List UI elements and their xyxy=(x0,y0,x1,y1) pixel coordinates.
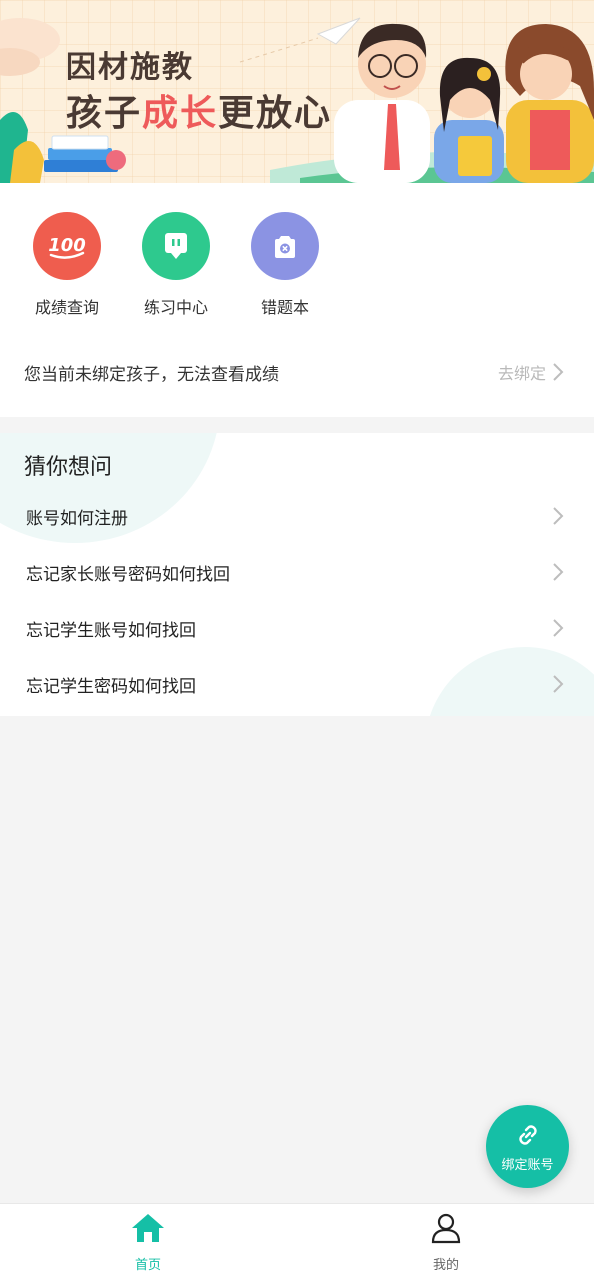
faq-question: 忘记家长账号密码如何找回 xyxy=(26,564,230,585)
go-bind-link[interactable]: 去绑定 xyxy=(498,347,566,397)
home-icon xyxy=(132,1214,164,1242)
tab-home-label: 首页 xyxy=(134,1258,161,1273)
banner-subtitle-highlight: 成长 xyxy=(142,93,219,134)
faq-item-register[interactable]: 账号如何注册 xyxy=(0,488,594,544)
tab-home[interactable]: 首页 xyxy=(88,1212,208,1273)
tab-mine-label: 我的 xyxy=(432,1258,459,1273)
tab-mine[interactable]: 我的 xyxy=(386,1212,506,1273)
faq-title: 猜你想问 xyxy=(24,455,113,480)
score-100-icon: 100 xyxy=(33,212,101,280)
faq-question: 忘记学生账号如何找回 xyxy=(26,620,196,641)
chevron-right-icon xyxy=(553,363,564,381)
practice-tv-icon xyxy=(142,212,210,280)
svg-text:100: 100 xyxy=(48,235,86,256)
wrong-book-button[interactable]: 错题本 xyxy=(235,212,335,318)
wrong-book-label: 错题本 xyxy=(260,298,309,317)
link-icon xyxy=(518,1125,537,1145)
score-query-label: 成绩查询 xyxy=(34,298,99,317)
bind-notice: 您当前未绑定孩子，无法查看成绩 去绑定 xyxy=(0,347,594,397)
faq-section: 猜你想问 账号如何注册 忘记家长账号密码如何找回 忘记学生账号如何找回 忘记学生… xyxy=(0,433,594,716)
user-icon xyxy=(431,1213,461,1244)
banner-subtitle: 孩子成长更放心 xyxy=(66,84,332,136)
practice-center-button[interactable]: 练习中心 xyxy=(126,212,226,318)
banner-title: 因材施教 xyxy=(66,50,194,85)
go-bind-label: 去绑定 xyxy=(497,364,546,383)
hero-banner[interactable]: 因材施教 孩子成长更放心 xyxy=(0,0,594,183)
chevron-right-icon xyxy=(553,619,564,637)
faq-item-parent-password[interactable]: 忘记家长账号密码如何找回 xyxy=(0,544,594,600)
faq-question: 忘记学生密码如何找回 xyxy=(26,676,196,697)
practice-center-label: 练习中心 xyxy=(143,298,208,317)
bind-account-button[interactable]: 绑定账号 xyxy=(486,1105,569,1188)
chevron-right-icon xyxy=(553,675,564,693)
bind-account-label: 绑定账号 xyxy=(501,1158,554,1173)
banner-subtitle-part-1: 孩子 xyxy=(66,93,143,134)
bind-notice-text: 您当前未绑定孩子，无法查看成绩 xyxy=(24,364,279,385)
chevron-right-icon xyxy=(553,563,564,581)
faq-item-student-password[interactable]: 忘记学生密码如何找回 xyxy=(0,656,594,712)
wrong-book-icon xyxy=(251,212,319,280)
faq-item-student-account[interactable]: 忘记学生账号如何找回 xyxy=(0,600,594,656)
quick-actions-card: 100 成绩查询 练习中心 错题本 您当前未绑定孩子，无法查看成绩 去绑定 xyxy=(0,183,594,417)
bottom-tab-bar: 首页 我的 xyxy=(0,1203,594,1280)
score-query-button[interactable]: 100 成绩查询 xyxy=(17,212,117,318)
faq-question: 账号如何注册 xyxy=(26,508,128,529)
banner-subtitle-part-2: 更放心 xyxy=(218,93,333,134)
chevron-right-icon xyxy=(553,507,564,525)
